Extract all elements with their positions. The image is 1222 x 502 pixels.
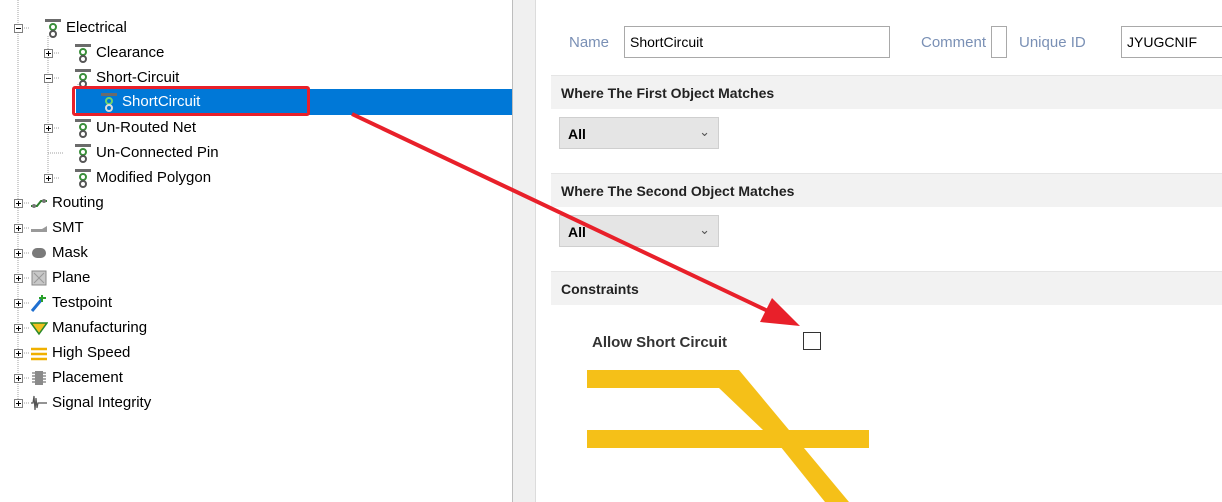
tree-guide-lines bbox=[17, 0, 92, 404]
tree-item-high-speed[interactable]: High Speed bbox=[30, 342, 130, 364]
tree-item-unconnected-pin[interactable]: Un-Connected Pin bbox=[74, 142, 219, 164]
second-object-match-dropdown[interactable]: All ⌄ bbox=[559, 215, 719, 247]
unconnected-pin-rule-icon bbox=[74, 143, 92, 163]
first-object-section-header: Where The First Object Matches bbox=[551, 75, 1222, 109]
signal-integrity-icon bbox=[30, 393, 48, 413]
expand-high-speed-toggle[interactable] bbox=[14, 349, 23, 358]
expand-testpoint-toggle[interactable] bbox=[14, 299, 23, 308]
manufacturing-icon bbox=[29, 318, 49, 338]
tree-item-label: Routing bbox=[52, 194, 104, 211]
expand-unrouted-net-toggle[interactable] bbox=[44, 124, 53, 133]
modified-polygon-rule-icon bbox=[74, 168, 92, 188]
short-circuit-illustration bbox=[587, 370, 869, 502]
mask-icon bbox=[30, 243, 48, 263]
highlight-annotation-box bbox=[72, 86, 310, 116]
tree-item-label: Mask bbox=[52, 244, 88, 261]
dropdown-value: All bbox=[568, 224, 586, 240]
comment-field[interactable] bbox=[991, 26, 1007, 58]
expand-smt-toggle[interactable] bbox=[14, 224, 23, 233]
tree-item-label: Manufacturing bbox=[52, 319, 148, 336]
expand-placement-toggle[interactable] bbox=[14, 374, 23, 383]
expand-mask-toggle[interactable] bbox=[14, 249, 23, 258]
rule-tree-panel: Electrical Clearance Short-Circuit Short… bbox=[0, 0, 512, 502]
tree-item-plane[interactable]: Plane bbox=[30, 267, 90, 289]
expand-clearance-toggle[interactable] bbox=[44, 49, 53, 58]
constraints-section-header: Constraints bbox=[551, 271, 1222, 305]
collapse-electrical-toggle[interactable] bbox=[14, 24, 23, 33]
tree-item-label: Signal Integrity bbox=[52, 394, 152, 411]
tree-item-label: Modified Polygon bbox=[96, 169, 212, 186]
placement-icon bbox=[30, 368, 48, 388]
name-label: Name bbox=[569, 34, 610, 51]
tree-item-label: Clearance bbox=[96, 44, 165, 61]
electrical-rule-icon bbox=[44, 18, 62, 38]
tree-item-label: Un-Connected Pin bbox=[96, 144, 219, 161]
tree-item-smt[interactable]: SMT bbox=[30, 217, 84, 239]
tree-item-placement[interactable]: Placement bbox=[30, 367, 123, 389]
tree-item-label: Un-Routed Net bbox=[96, 119, 197, 136]
tree-item-mask[interactable]: Mask bbox=[30, 242, 88, 264]
smt-icon bbox=[30, 218, 48, 238]
routing-icon bbox=[30, 193, 48, 213]
tree-item-label: Testpoint bbox=[52, 294, 113, 311]
rule-editor-panel: Name ShortCircuit Comment Unique ID JYUG… bbox=[537, 0, 1222, 502]
dropdown-value: All bbox=[568, 126, 586, 142]
expand-plane-toggle[interactable] bbox=[14, 274, 23, 283]
tree-item-electrical[interactable]: Electrical bbox=[44, 17, 127, 39]
tree-item-label: Short-Circuit bbox=[96, 69, 180, 86]
tree-item-clearance[interactable]: Clearance bbox=[74, 42, 164, 64]
chevron-down-icon: ⌄ bbox=[699, 222, 710, 237]
high-speed-icon bbox=[30, 343, 48, 363]
first-object-match-dropdown[interactable]: All ⌄ bbox=[559, 117, 719, 149]
short-circuit-rule-icon bbox=[74, 68, 92, 88]
panel-splitter[interactable] bbox=[512, 0, 536, 502]
expand-manufacturing-toggle[interactable] bbox=[14, 324, 23, 333]
chevron-down-icon: ⌄ bbox=[699, 124, 710, 139]
allow-short-circuit-checkbox[interactable] bbox=[803, 332, 821, 350]
name-field[interactable]: ShortCircuit bbox=[624, 26, 890, 58]
tree-item-testpoint[interactable]: Testpoint bbox=[30, 292, 112, 314]
tree-item-modified-polygon[interactable]: Modified Polygon bbox=[74, 167, 211, 189]
tree-item-manufacturing[interactable]: Manufacturing bbox=[29, 317, 148, 339]
plane-icon bbox=[30, 268, 48, 288]
expand-routing-toggle[interactable] bbox=[14, 199, 23, 208]
expand-signal-integrity-toggle[interactable] bbox=[14, 399, 23, 408]
tree-item-unrouted-net[interactable]: Un-Routed Net bbox=[74, 117, 196, 139]
testpoint-icon bbox=[30, 293, 48, 313]
tree-item-label: Placement bbox=[52, 369, 123, 386]
allow-short-circuit-label: Allow Short Circuit bbox=[592, 334, 727, 351]
unrouted-net-rule-icon bbox=[74, 118, 92, 138]
tree-item-label: Electrical bbox=[66, 19, 127, 36]
unique-id-label: Unique ID bbox=[1019, 34, 1086, 51]
tree-item-routing[interactable]: Routing bbox=[30, 192, 104, 214]
clearance-rule-icon bbox=[74, 43, 92, 63]
expand-modified-polygon-toggle[interactable] bbox=[44, 174, 53, 183]
unique-id-field[interactable]: JYUGCNIF bbox=[1121, 26, 1222, 58]
tree-item-label: Plane bbox=[52, 269, 91, 286]
tree-item-label: High Speed bbox=[52, 344, 131, 361]
tree-item-label: SMT bbox=[52, 219, 84, 236]
tree-item-signal-integrity[interactable]: Signal Integrity bbox=[30, 392, 151, 414]
comment-label: Comment bbox=[921, 34, 987, 51]
second-object-section-header: Where The Second Object Matches bbox=[551, 173, 1222, 207]
collapse-short-circuit-toggle[interactable] bbox=[44, 74, 53, 83]
